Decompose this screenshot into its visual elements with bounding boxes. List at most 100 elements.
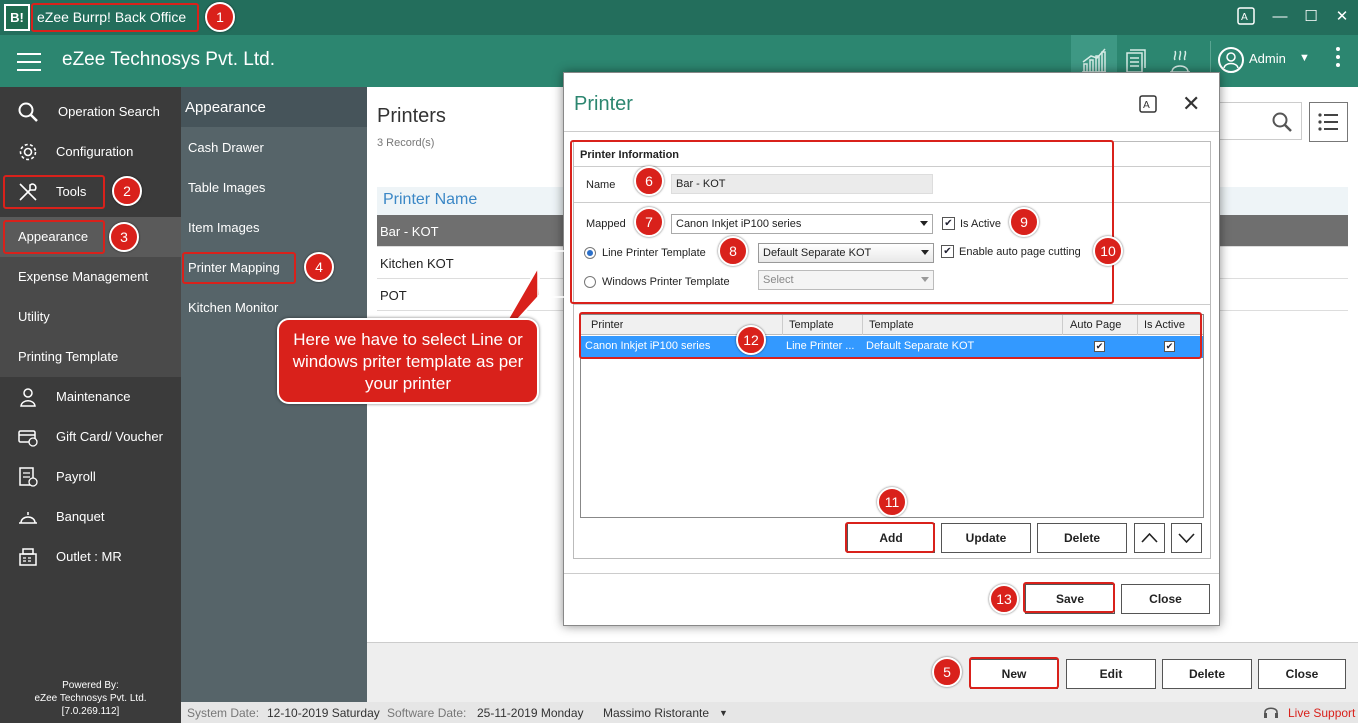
- annotation-badge: 11: [877, 487, 907, 517]
- sidebar-item-maintenance[interactable]: Maintenance: [0, 377, 181, 417]
- headset-icon[interactable]: [1263, 704, 1279, 723]
- subpanel-item-cash-drawer[interactable]: Cash Drawer: [188, 140, 264, 155]
- sidebar-item-label: Expense Management: [18, 269, 149, 284]
- dialog-title: Printer: [574, 93, 633, 115]
- menu-icon[interactable]: [17, 53, 41, 71]
- subpanel-item-kitchen-monitor[interactable]: Kitchen Monitor: [188, 300, 278, 315]
- svg-text:A: A: [1241, 12, 1248, 23]
- app-logo: B!: [4, 4, 30, 31]
- annotation-badge: 2: [112, 176, 142, 206]
- sidebar-item-operation-search[interactable]: Operation Search: [0, 92, 181, 132]
- status-bar: System Date: 12-10-2019 Saturday Softwar…: [181, 702, 1358, 723]
- annotation-badge: 4: [304, 252, 334, 282]
- highlight-tools: [3, 175, 105, 209]
- sidebar-item-label: Banquet: [56, 509, 105, 524]
- close-icon[interactable]: ✕: [1182, 91, 1200, 117]
- annotation-badge: 8: [718, 236, 748, 266]
- sidebar-item-outlet[interactable]: Outlet : MR: [0, 537, 181, 577]
- sidebar-item-label: Operation Search: [58, 104, 160, 119]
- sidebar-item-label: Maintenance: [56, 389, 131, 404]
- software-date: 25-11-2019 Monday: [477, 706, 584, 720]
- annotation-badge: 7: [634, 207, 664, 237]
- dialog-close-button[interactable]: Close: [1121, 584, 1210, 614]
- appearance-subpanel: Appearance Cash Drawer Table Images Item…: [181, 87, 367, 723]
- update-button[interactable]: Update: [941, 523, 1031, 553]
- highlight-appearance: [3, 220, 105, 254]
- main-footer: New Edit Delete Close: [367, 642, 1358, 702]
- subpanel-item-item-images[interactable]: Item Images: [188, 220, 260, 235]
- sidebar-item-label: Printing Template: [18, 349, 119, 364]
- close-button[interactable]: Close: [1258, 659, 1346, 689]
- system-date-label: System Date:: [187, 706, 260, 720]
- user-name[interactable]: Admin: [1249, 51, 1286, 66]
- banquet-icon: [17, 506, 39, 528]
- software-date-label: Software Date:: [387, 706, 467, 720]
- callout: Here we have to select Line or windows p…: [277, 318, 539, 404]
- gear-icon: [17, 141, 39, 163]
- live-support-link[interactable]: Live Support: [1288, 706, 1355, 720]
- sidebar-item-label: Gift Card/ Voucher: [56, 429, 163, 444]
- sidebar-item-label: Payroll: [56, 469, 96, 484]
- delete-button[interactable]: Delete: [1162, 659, 1252, 689]
- user-avatar-icon[interactable]: [1218, 47, 1244, 73]
- move-down-button[interactable]: [1171, 523, 1202, 553]
- outlet-icon: [17, 546, 39, 568]
- more-options-icon[interactable]: [1332, 47, 1344, 75]
- sidebar-item-label: Outlet : MR: [56, 549, 122, 564]
- sidebar-item-label: Utility: [18, 309, 50, 324]
- version-number: [7.0.269.112]: [61, 706, 120, 717]
- sidebar-item-banquet[interactable]: Banquet: [0, 497, 181, 537]
- edit-button[interactable]: Edit: [1066, 659, 1156, 689]
- annotation-badge: 5: [932, 657, 962, 687]
- highlight-save: [1023, 582, 1115, 613]
- title-bar: B! eZee Burrp! Back Office A — ☐ ✕: [0, 0, 1358, 35]
- annotation-badge: 10: [1093, 236, 1123, 266]
- chevron-down-icon[interactable]: ▼: [719, 708, 728, 718]
- highlight-app-title: [31, 3, 199, 32]
- move-up-button[interactable]: [1134, 523, 1165, 553]
- powered-by-label: Powered By:: [62, 680, 119, 691]
- powered-by: Powered By: eZee Technosys Pvt. Ltd. [7.…: [0, 679, 181, 718]
- powered-by-company: eZee Technosys Pvt. Ltd.: [34, 693, 147, 704]
- minimize-icon[interactable]: —: [1268, 7, 1292, 27]
- chevron-down-icon[interactable]: ▼: [1299, 52, 1310, 64]
- highlight-printer-mapping: [182, 252, 296, 284]
- highlight-grid-row: [579, 312, 1202, 359]
- list-view-icon[interactable]: [1309, 102, 1348, 142]
- sidebar-item-expense-management[interactable]: Expense Management: [0, 257, 181, 297]
- gift-card-icon: [17, 426, 39, 448]
- company-name: eZee Technosys Pvt. Ltd.: [62, 49, 275, 70]
- divider: [564, 573, 1219, 574]
- annotation-badge: 6: [634, 166, 664, 196]
- translate-icon[interactable]: A: [1139, 95, 1159, 115]
- subpanel-title: Appearance: [181, 87, 367, 127]
- sidebar-item-configuration[interactable]: Configuration: [0, 132, 181, 172]
- delete-row-button[interactable]: Delete: [1037, 523, 1127, 553]
- annotation-badge: 1: [205, 2, 235, 32]
- sidebar-item-utility[interactable]: Utility: [0, 297, 181, 337]
- close-window-icon[interactable]: ✕: [1330, 7, 1354, 27]
- sidebar-item-printing-template[interactable]: Printing Template: [0, 337, 181, 377]
- highlight-new: [969, 657, 1059, 689]
- highlight-add: [845, 522, 935, 553]
- outlet-selector[interactable]: Massimo Ristorante: [603, 706, 709, 720]
- maximize-icon[interactable]: ☐: [1299, 7, 1323, 27]
- sidebar-item-gift-card[interactable]: Gift Card/ Voucher: [0, 417, 181, 457]
- search-input[interactable]: [1215, 102, 1302, 140]
- search-icon: [17, 101, 39, 123]
- divider: [574, 304, 1210, 305]
- annotation-badge: 9: [1009, 207, 1039, 237]
- subpanel-item-table-images[interactable]: Table Images: [188, 180, 265, 195]
- divider: [564, 131, 1219, 132]
- system-date: 12-10-2019 Saturday: [267, 706, 380, 720]
- translate-icon[interactable]: A: [1234, 7, 1258, 27]
- search-icon[interactable]: [1271, 111, 1293, 136]
- payroll-icon: [17, 466, 39, 488]
- annotation-badge: 3: [109, 222, 139, 252]
- maintenance-icon: [17, 386, 39, 408]
- sidebar-item-payroll[interactable]: Payroll: [0, 457, 181, 497]
- annotation-badge: 13: [989, 584, 1019, 614]
- record-count: 3 Record(s): [377, 137, 435, 149]
- annotation-badge: 12: [736, 325, 766, 355]
- page-title: Printers: [377, 105, 446, 127]
